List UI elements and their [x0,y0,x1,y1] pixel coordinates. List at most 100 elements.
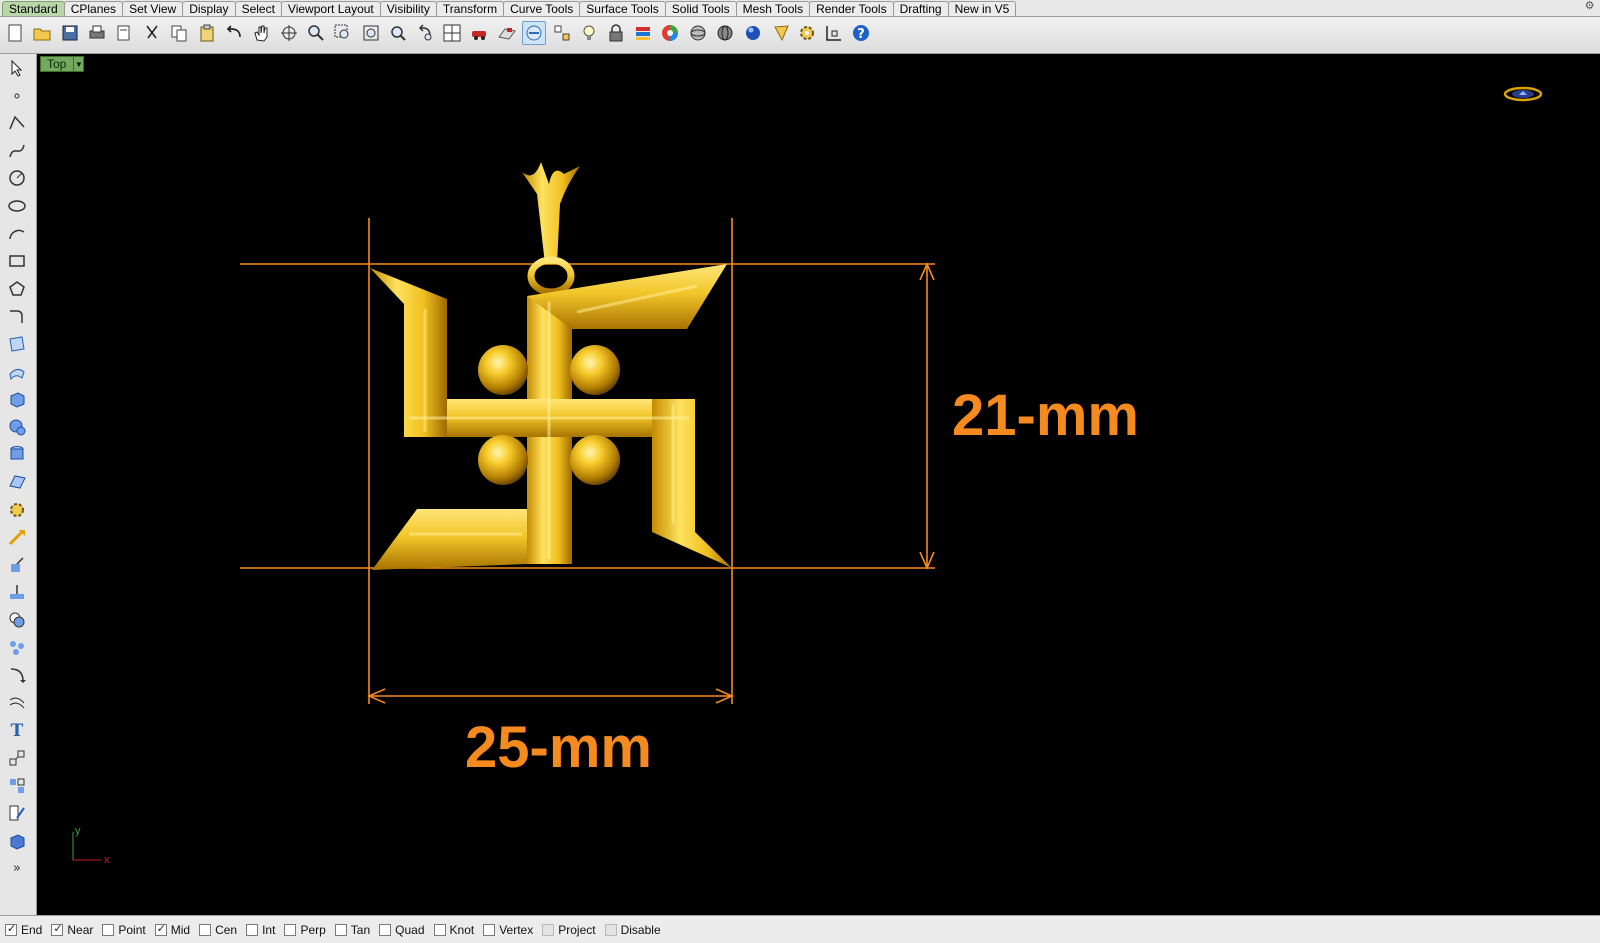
array-icon[interactable] [5,580,29,604]
osnap-checkbox[interactable] [379,923,392,936]
snap-dimension-icon[interactable] [822,21,846,45]
tab-mesh-tools[interactable]: Mesh Tools [735,1,811,16]
rotate-view-icon[interactable] [277,21,301,45]
zoom-icon[interactable] [304,21,328,45]
dimension-tool-icon[interactable] [5,525,29,549]
osnap-tan[interactable]: Tan [334,923,370,937]
print-icon[interactable] [85,21,109,45]
new-document-icon[interactable] [3,21,27,45]
circle-icon[interactable] [5,166,29,190]
copy-icon[interactable] [167,21,191,45]
osnap-checkbox[interactable] [246,923,259,936]
osnap-quad[interactable]: Quad [379,923,425,937]
color-wheel-icon[interactable] [658,21,682,45]
osnap-checkbox[interactable] [334,923,347,936]
zoom-extents-icon[interactable] [359,21,383,45]
osnap-point[interactable]: Point [102,923,146,937]
osnap-checkbox[interactable] [483,923,496,936]
text-icon[interactable]: T [5,718,29,742]
fillet-curve-icon[interactable] [5,304,29,328]
named-cplanes-icon[interactable] [495,21,519,45]
osnap-checkbox[interactable] [154,922,167,936]
surface-corner-icon[interactable] [5,332,29,356]
osnap-checkbox[interactable] [51,922,64,936]
box-solid-icon[interactable] [5,387,29,411]
tab-cplanes[interactable]: CPlanes [63,1,124,16]
osnap-checkbox[interactable] [433,923,446,936]
rectangle-icon[interactable] [5,249,29,273]
tab-new-in-v5[interactable]: New in V5 [947,1,1017,16]
select-arrow-icon[interactable] [5,56,29,80]
cut-icon[interactable] [140,21,164,45]
boolean-union-icon[interactable] [5,608,29,632]
zoom-window-icon[interactable] [331,21,355,45]
osnap-mid[interactable]: Mid [154,922,190,937]
osnap-disable[interactable]: Disable [604,923,661,937]
snap-grid-icon[interactable] [5,746,29,770]
osnap-vertex[interactable]: Vertex [483,923,533,937]
osnap-near[interactable]: Near [51,922,93,937]
ellipse-icon[interactable] [5,194,29,218]
render-settings-icon[interactable] [5,498,29,522]
layers-icon[interactable] [631,21,655,45]
help-icon[interactable]: ? [849,21,873,45]
more-tools-icon[interactable]: » [5,856,29,880]
render-icon[interactable] [741,21,765,45]
lock-icon[interactable] [604,21,628,45]
osnap-project[interactable]: Project [542,923,596,937]
cylinder-solid-icon[interactable] [5,442,29,466]
viewport-title[interactable]: Top ▼ [40,56,85,72]
polygon-icon[interactable] [5,277,29,301]
tab-viewport-layout[interactable]: Viewport Layout [280,1,381,16]
viewport-menu-arrow-icon[interactable]: ▼ [73,57,83,71]
save-icon[interactable] [58,21,82,45]
polyline-icon[interactable] [5,111,29,135]
top-viewport[interactable]: Top ▼ 21-mm 25-mm y x [37,54,1600,915]
offset-curve-icon[interactable] [5,691,29,715]
tab-drafting[interactable]: Drafting [892,1,949,16]
osnap-end[interactable]: End [5,922,42,937]
osnap-checkbox[interactable] [102,923,115,936]
tab-set-view[interactable]: Set View [122,1,184,16]
tab-display[interactable]: Display [182,1,236,16]
four-viewports-icon[interactable] [440,21,464,45]
named-views-icon[interactable] [468,21,492,45]
render-box-icon[interactable] [5,829,29,853]
curve-icon[interactable] [5,139,29,163]
highlight-icon[interactable] [770,21,794,45]
options-gear-icon[interactable] [795,21,819,45]
page-layout-icon[interactable] [112,21,136,45]
block-icon[interactable] [5,774,29,798]
osnap-perp[interactable]: Perp [284,923,326,937]
osnap-checkbox[interactable] [5,922,17,936]
tab-curve-tools[interactable]: Curve Tools [503,1,581,16]
osnap-checkbox[interactable] [604,923,617,936]
pan-hand-icon[interactable] [249,21,273,45]
paste-icon[interactable] [195,21,219,45]
transform-move-icon[interactable] [5,553,29,577]
analyze-icon[interactable] [5,801,29,825]
point-icon[interactable] [5,84,29,108]
osnap-checkbox[interactable] [284,923,297,936]
grid-snap-icon[interactable] [550,21,574,45]
osnap-checkbox[interactable] [542,923,555,936]
mesh-plane-icon[interactable] [5,470,29,494]
osnap-knot[interactable]: Knot [433,923,474,937]
tab-render-tools[interactable]: Render Tools [809,1,894,16]
open-file-icon[interactable] [30,21,54,45]
select-filter-icon[interactable] [522,21,546,45]
rendered-view-icon[interactable] [713,21,737,45]
tab-select[interactable]: Select [234,1,282,16]
zoom-selected-icon[interactable] [386,21,410,45]
tab-standard[interactable]: Standard [2,1,65,16]
sphere-solid-icon[interactable] [5,415,29,439]
osnap-checkbox[interactable] [199,923,212,936]
tab-transform[interactable]: Transform [435,1,505,16]
osnap-int[interactable]: Int [246,923,275,937]
undo-icon[interactable] [222,21,246,45]
group-icon[interactable] [5,636,29,660]
sweep-curve-icon[interactable] [5,663,29,687]
lights-icon[interactable] [577,21,601,45]
navigation-widget-icon[interactable] [1503,84,1543,104]
extrude-surface-icon[interactable] [5,360,29,384]
